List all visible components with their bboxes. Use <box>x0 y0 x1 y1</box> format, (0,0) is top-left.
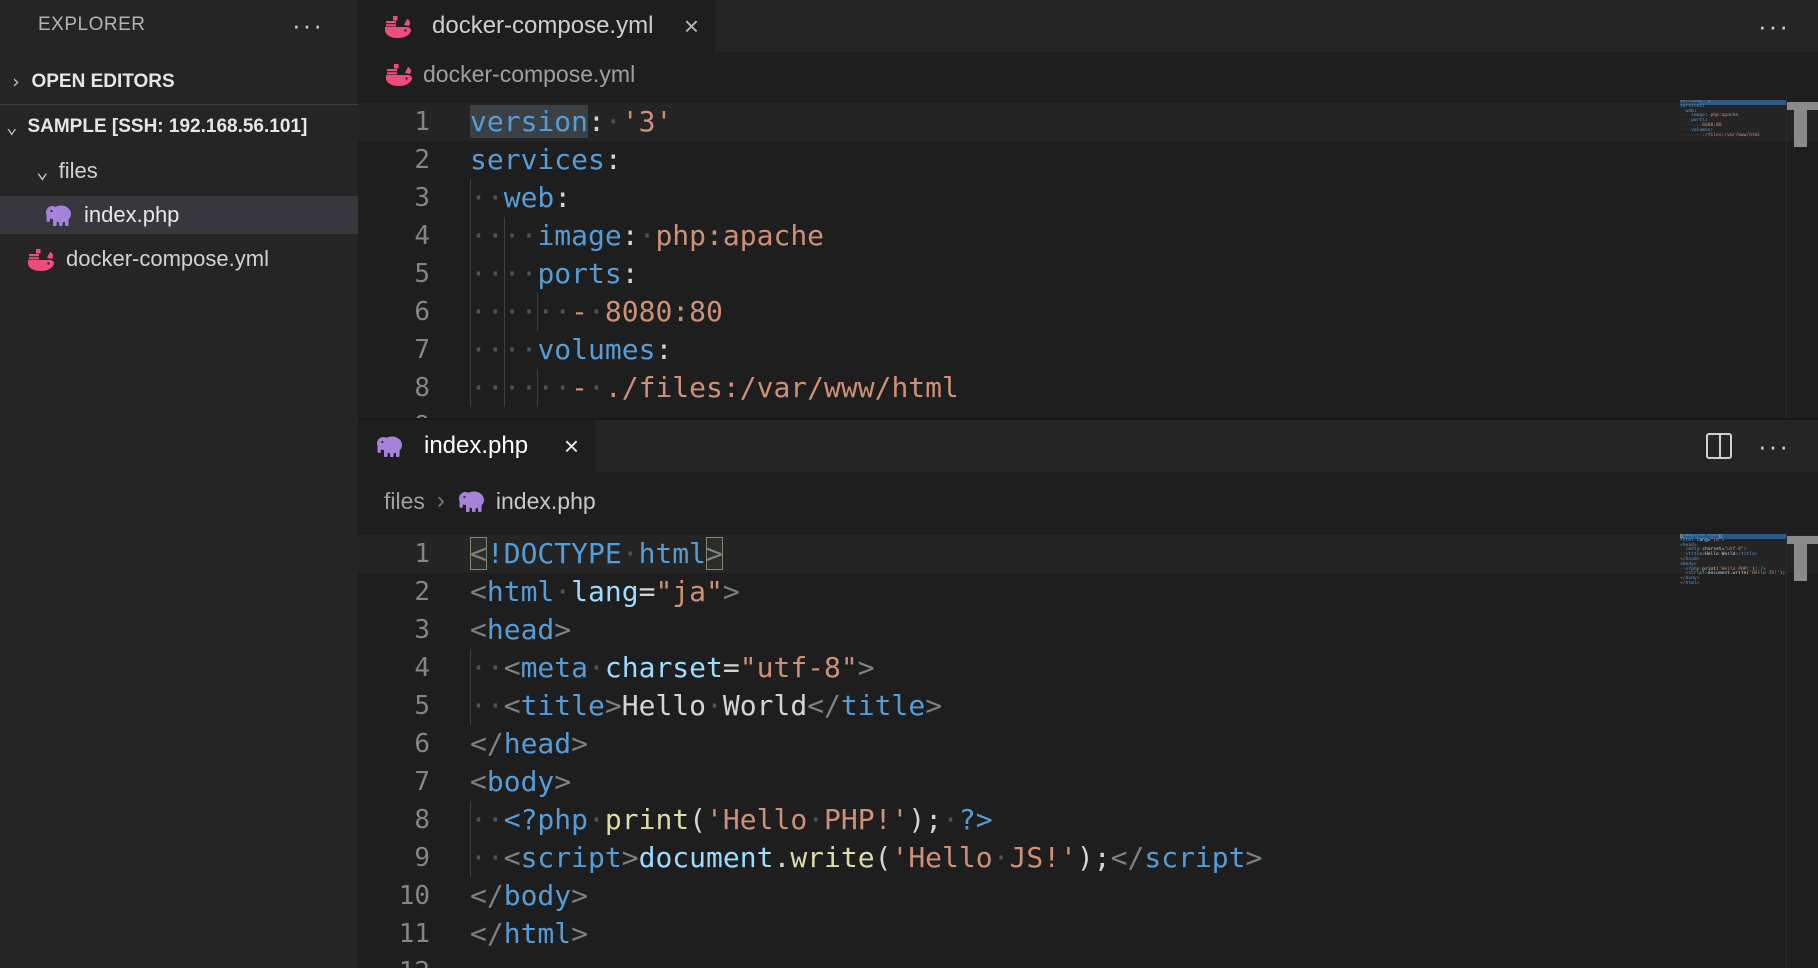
editor-group-index-php: index.php × ··· files › <box>358 420 1818 968</box>
code-line: 6</head> <box>358 725 1818 763</box>
chevron-down-icon: ⌄ <box>36 159 49 183</box>
overview-cursor-decoration <box>1787 102 1818 110</box>
code-lines: 1version:·'3'2services:3··web:4····image… <box>358 103 1818 418</box>
tab-label: docker-compose.yml <box>432 12 653 40</box>
overview-ruler <box>1786 530 1818 968</box>
code-line: 7<body> <box>358 763 1818 801</box>
docker-compose-file-icon <box>26 246 56 272</box>
code-line: 9 <box>358 407 1818 418</box>
breadcrumb-separator-icon: › <box>437 487 445 515</box>
scrollbar-thumb[interactable] <box>1794 544 1807 581</box>
code-line: 4····image:·php:apache <box>358 217 1818 255</box>
breadcrumb-item-files[interactable]: files <box>384 488 425 515</box>
scrollbar-thumb[interactable] <box>1794 110 1807 147</box>
indent-guide <box>470 649 471 725</box>
overview-cursor-decoration <box>1787 536 1818 544</box>
editor-actions-bottom: ··· <box>1706 420 1790 472</box>
breadcrumb-item[interactable]: docker-compose.yml <box>423 61 635 88</box>
workspace-label: SAMPLE [SSH: 192.168.56.101] <box>27 116 307 138</box>
code-line: 3··web: <box>358 179 1818 217</box>
php-file-icon <box>44 202 74 228</box>
more-actions-icon[interactable]: ··· <box>1758 11 1790 42</box>
code-line: 2<html·lang="ja"> <box>358 573 1818 611</box>
more-actions-icon[interactable]: ··· <box>1758 431 1790 462</box>
workspace-section[interactable]: ⌄ SAMPLE [SSH: 192.168.56.101] <box>0 104 358 148</box>
indent-guide <box>537 369 538 407</box>
editor-actions-top: ··· <box>1758 0 1790 52</box>
code-line: 5··<title>Hello·World</title> <box>358 687 1818 725</box>
php-file-icon <box>457 488 487 514</box>
code-editor-docker-compose[interactable]: 1version:·'3'2services:3··web:4····image… <box>358 96 1818 418</box>
code-line: 1version:·'3' <box>358 103 1818 141</box>
split-editor-icon[interactable] <box>1706 433 1732 459</box>
tab-docker-compose-yml[interactable]: docker-compose.yml × <box>358 0 715 52</box>
code-line: 11</html> <box>358 915 1818 953</box>
code-line: 4··<meta·charset="utf-8"> <box>358 649 1818 687</box>
chevron-right-icon: › <box>10 71 21 93</box>
docker-compose-file-icon <box>384 61 414 87</box>
open-editors-section[interactable]: › OPEN EDITORS <box>0 66 358 98</box>
code-editor-index-php[interactable]: 1<!DOCTYPE·html>2<html·lang="ja">3<head>… <box>358 530 1818 968</box>
breadcrumb-top[interactable]: docker-compose.yml <box>358 52 1818 96</box>
indent-guide <box>537 293 538 331</box>
docker-compose-file-icon <box>383 13 413 39</box>
code-line: 5····ports: <box>358 255 1818 293</box>
folder-files-label: files <box>59 158 98 184</box>
code-line: 1<!DOCTYPE·html> <box>358 535 1818 573</box>
editor-group-sash[interactable] <box>358 418 1818 420</box>
code-line: 8··<?php·print('Hello·PHP!');·?> <box>358 801 1818 839</box>
code-lines: 1<!DOCTYPE·html>2<html·lang="ja">3<head>… <box>358 535 1818 968</box>
file-docker-compose-label: docker-compose.yml <box>66 246 269 272</box>
explorer-sidebar: EXPLORER ··· › OPEN EDITORS ⌄ SAMPLE [SS… <box>0 0 358 968</box>
tabbar-bottom: index.php × ··· <box>358 420 1818 472</box>
code-line: 2services: <box>358 141 1818 179</box>
minimap-code: <!DOCTYPE·html><html·lang="ja"><head>··<… <box>1680 534 1786 592</box>
explorer-more-actions-icon[interactable]: ··· <box>292 10 324 41</box>
file-index-php-label: index.php <box>84 202 179 228</box>
code-line: 9··<script>document.write('Hello·JS!');<… <box>358 839 1818 877</box>
code-line: 6······-·8080:80 <box>358 293 1818 331</box>
indent-guide <box>470 801 471 877</box>
minimap-code: version:·'3'services:··web:····image:·ph… <box>1680 100 1786 143</box>
php-file-icon <box>375 433 405 459</box>
chevron-down-icon: ⌄ <box>6 116 17 138</box>
tree-item-index-php[interactable]: index.php <box>0 196 358 234</box>
overview-ruler <box>1786 96 1818 418</box>
explorer-header: EXPLORER ··· <box>0 0 358 50</box>
editor-groups: docker-compose.yml × ··· <box>358 0 1818 968</box>
breadcrumb-item-index-php[interactable]: index.php <box>496 488 596 515</box>
code-line: 12 <box>358 953 1818 968</box>
vscode-window: EXPLORER ··· › OPEN EDITORS ⌄ SAMPLE [SS… <box>0 0 1818 968</box>
minimap[interactable]: version:·'3'services:··web:····image:·ph… <box>1680 100 1786 170</box>
code-line: 10</body> <box>358 877 1818 915</box>
tab-label: index.php <box>424 432 528 460</box>
code-line: 7····volumes: <box>358 331 1818 369</box>
code-line: 8······-·./files:/var/www/html <box>358 369 1818 407</box>
minimap[interactable]: <!DOCTYPE·html><html·lang="ja"><head>··<… <box>1680 534 1786 604</box>
indent-guide <box>504 217 505 407</box>
open-editors-label: OPEN EDITORS <box>31 71 174 93</box>
indent-guide <box>470 179 471 407</box>
close-icon[interactable]: × <box>684 13 699 39</box>
code-line: 3<head> <box>358 611 1818 649</box>
breadcrumb-bottom[interactable]: files › index.php <box>358 472 1818 530</box>
tree-item-files[interactable]: ⌄ files <box>0 152 358 190</box>
editor-group-docker-compose: docker-compose.yml × ··· <box>358 0 1818 418</box>
explorer-title: EXPLORER <box>38 14 145 36</box>
tree-item-docker-compose-yml[interactable]: docker-compose.yml <box>0 240 358 278</box>
close-icon[interactable]: × <box>564 433 579 459</box>
tab-index-php[interactable]: index.php × <box>358 420 595 472</box>
tabbar-top: docker-compose.yml × ··· <box>358 0 1818 52</box>
